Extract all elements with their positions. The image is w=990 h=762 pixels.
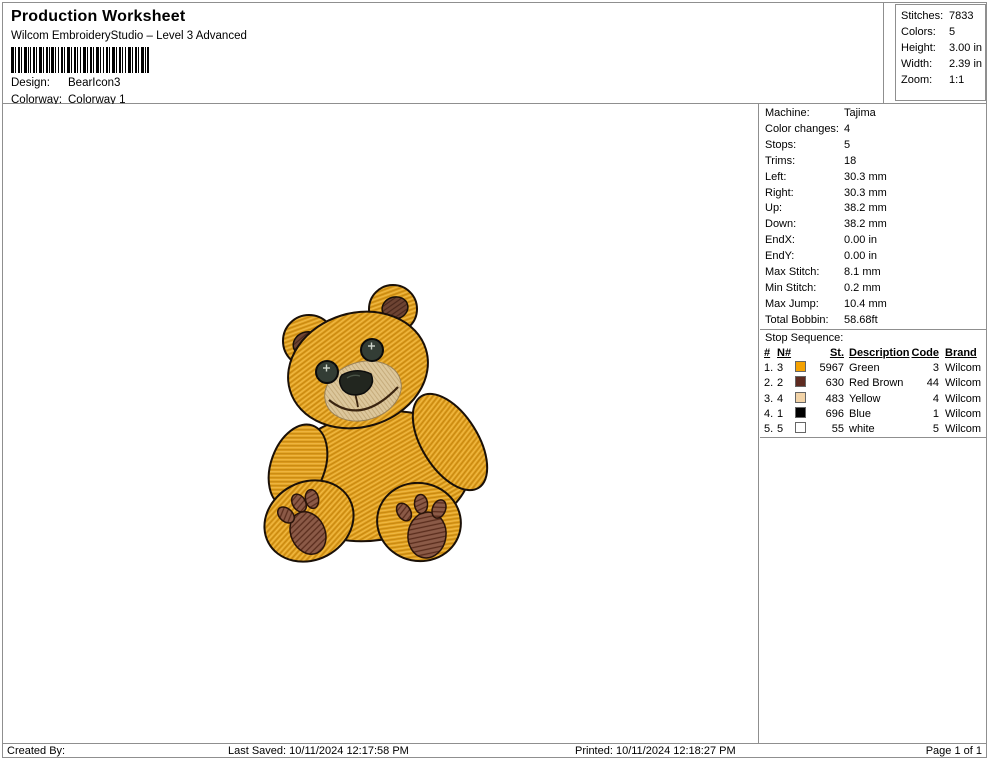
stat-stitches: Stitches: 7833 bbox=[901, 10, 974, 22]
table-row: 1. 3 5967 Green 3 Wilcom bbox=[764, 361, 982, 375]
table-row: 4. 1 696 Blue 1 Wilcom bbox=[764, 406, 982, 420]
stop-sequence-table: # N# St. Description Code Brand 1. 3 596… bbox=[760, 346, 986, 439]
stop-sequence-section: Stop Sequence: # N# St. Description Code… bbox=[760, 329, 986, 439]
design-stats-box: Stitches: 7833 Colors: 5 Height: 3.00 in Wi… bbox=[895, 4, 986, 101]
page-number: Page 1 of 1 bbox=[925, 745, 982, 757]
machine-row: Down: 38.2 mm bbox=[765, 218, 887, 231]
printed-text: Printed: 10/11/2024 12:18:27 PM bbox=[575, 745, 736, 757]
stat-zoom: Zoom: 1:1 bbox=[901, 74, 965, 86]
table-row: 3. 4 483 Yellow 4 Wilcom bbox=[764, 391, 982, 405]
stop-sequence-title: Stop Sequence: bbox=[765, 332, 844, 344]
machine-row: Max Jump: 10.4 mm bbox=[765, 297, 887, 310]
machine-row: Min Stitch: 0.2 mm bbox=[765, 281, 881, 294]
footer: Created By: Last Saved: 10/11/2024 12:17… bbox=[3, 743, 986, 757]
design-row: Design: BearIcon3 bbox=[11, 76, 875, 90]
machine-row: Left: 30.3 mm bbox=[765, 170, 887, 183]
machine-row: EndX: 0.00 in bbox=[765, 234, 878, 247]
worksheet-page: Production Worksheet Wilcom EmbroiderySt… bbox=[2, 2, 987, 758]
machine-row: Total Bobbin: 58.68ft bbox=[765, 313, 878, 326]
design-preview-area bbox=[3, 104, 759, 744]
thread-color-swatch bbox=[795, 391, 806, 403]
machine-info-table: Machine: Tajima Color changes: 4 Stops: 5 T… bbox=[760, 106, 986, 329]
thread-color-swatch bbox=[795, 376, 806, 388]
thread-color-swatch bbox=[795, 406, 806, 418]
thread-color-swatch bbox=[795, 361, 806, 373]
machine-info-panel: Machine: Tajima Color changes: 4 Stops: 5 T… bbox=[760, 104, 986, 744]
page-title: Production Worksheet bbox=[11, 8, 186, 25]
barcode bbox=[11, 47, 149, 73]
machine-row: Up: 38.2 mm bbox=[765, 202, 887, 215]
table-row: 2. 2 630 Red Brown 44 Wilcom bbox=[764, 376, 982, 390]
teddy-bear-design bbox=[263, 284, 489, 563]
machine-row: Machine: Tajima bbox=[765, 107, 876, 119]
created-by-label: Created By: bbox=[7, 745, 66, 757]
thread-color-swatch bbox=[795, 422, 806, 434]
stat-colors: Colors: 5 bbox=[901, 26, 956, 38]
header: Production Worksheet Wilcom EmbroiderySt… bbox=[3, 3, 884, 106]
table-row: 5. 5 55 white 5 Wilcom bbox=[764, 422, 982, 436]
stat-width: Width: 2.39 in bbox=[901, 58, 983, 70]
app-subtitle: Wilcom EmbroideryStudio – Level 3 Advanc… bbox=[11, 30, 247, 42]
machine-row: Right: 30.3 mm bbox=[765, 186, 887, 199]
last-saved-text: Last Saved: 10/11/2024 12:17:58 PM bbox=[228, 745, 409, 757]
machine-row: EndY: 0.00 in bbox=[765, 250, 878, 263]
machine-row: Stops: 5 bbox=[765, 138, 851, 151]
machine-row: Trims: 18 bbox=[765, 154, 857, 167]
machine-row: Max Stitch: 8.1 mm bbox=[765, 266, 881, 279]
stop-sequence-header: # N# St. Description Code Brand bbox=[764, 347, 977, 359]
machine-row: Color changes: 4 bbox=[765, 122, 851, 135]
stat-height: Height: 3.00 in bbox=[901, 42, 983, 54]
design-value: BearIcon3 bbox=[68, 77, 121, 89]
design-label: Design: bbox=[11, 77, 50, 89]
